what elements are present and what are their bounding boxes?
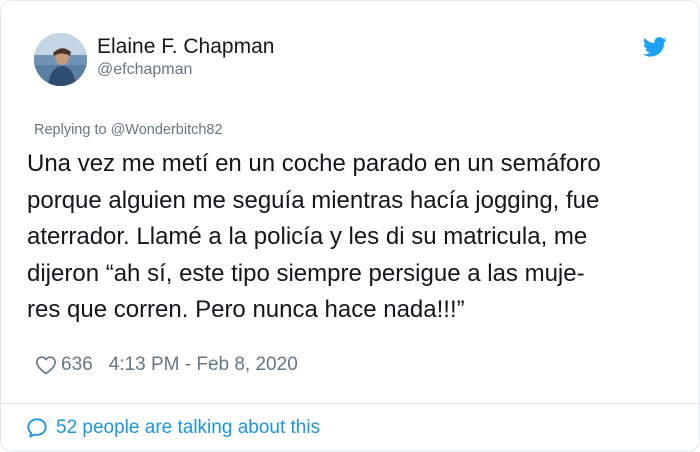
tweet-text-line: Una vez me metí en un coche parado en un…	[27, 150, 601, 177]
tweet-text-line: porque alguien me seguía mientras hacía …	[27, 186, 600, 214]
tweet-card: Elaine F. Chapman @efchapman Replying to…	[0, 0, 700, 452]
tweet-text-line: res que corren. Pero nunca hace nada!!!”	[27, 296, 465, 323]
tweet-text-line: dijeron “ah sí, este tipo siempre persig…	[27, 259, 585, 287]
like-count[interactable]: 636	[61, 354, 93, 376]
conversation-link[interactable]: 52 people are talking about this	[26, 415, 320, 441]
tweet-text: Una vez me metí en un coche parado en un…	[27, 146, 687, 329]
replying-to[interactable]: Replying to @Wonderbitch82	[34, 122, 223, 138]
divider	[1, 403, 699, 404]
twitter-bird-icon[interactable]	[643, 37, 667, 57]
heart-icon[interactable]	[35, 355, 57, 375]
author-display-name[interactable]: Elaine F. Chapman	[97, 35, 274, 59]
author-handle[interactable]: @efchapman	[97, 61, 192, 79]
tweet-timestamp[interactable]: 4:13 PM - Feb 8, 2020	[109, 354, 298, 376]
avatar[interactable]	[34, 33, 87, 86]
speech-bubble-icon	[27, 418, 47, 438]
avatar-photo	[34, 33, 87, 86]
conversation-count-label: 52 people are talking about this	[56, 417, 321, 438]
tweet-text-line: aterrador. Llamé a la policía y les di s…	[27, 223, 588, 250]
tweet-meta: 636 4:13 PM - Feb 8, 2020	[35, 352, 298, 378]
